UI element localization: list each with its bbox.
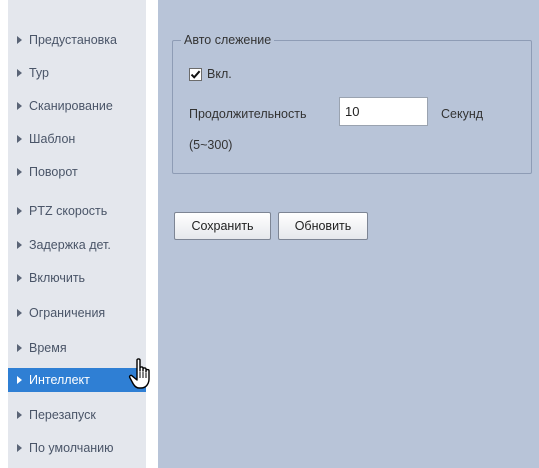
triangle-right-icon [17, 135, 22, 143]
triangle-right-icon [17, 274, 22, 282]
sidebar-item-pattern[interactable]: Шаблон [8, 127, 146, 151]
triangle-right-icon [17, 168, 22, 176]
sidebar-item-time[interactable]: Время [8, 336, 146, 360]
save-button[interactable]: Сохранить [174, 212, 271, 240]
sidebar-item-label: Задержка дет. [29, 238, 111, 252]
triangle-right-icon [17, 69, 22, 77]
enable-checkbox[interactable] [189, 68, 202, 81]
sidebar-item-limits[interactable]: Ограничения [8, 301, 146, 325]
sidebar-item-delay[interactable]: Задержка дет. [8, 233, 146, 257]
sidebar-item-scan[interactable]: Сканирование [8, 94, 146, 118]
checkmark-icon [190, 70, 201, 79]
duration-label: Продолжительность [189, 107, 307, 121]
sidebar-item-rotation[interactable]: Поворот [8, 160, 146, 184]
sidebar-item-tour[interactable]: Тур [8, 61, 146, 85]
sidebar-item-label: Сканирование [29, 99, 113, 113]
triangle-right-icon [17, 241, 22, 249]
triangle-right-icon [17, 344, 22, 352]
triangle-right-icon [17, 102, 22, 110]
sidebar-item-defaults[interactable]: По умолчанию [8, 436, 146, 460]
refresh-button[interactable]: Обновить [278, 212, 368, 240]
triangle-right-icon [17, 376, 22, 384]
sidebar-item-intellect[interactable]: Интеллект [8, 368, 146, 392]
sidebar-menu: Предустановка Тур Сканирование Шаблон По… [8, 0, 146, 468]
sidebar-item-ptz-speed[interactable]: PTZ скорость [8, 199, 146, 223]
sidebar-item-label: Время [29, 341, 67, 355]
sidebar-item-label: Интеллект [29, 373, 90, 387]
sidebar-item-restart[interactable]: Перезапуск [8, 403, 146, 427]
enable-label: Вкл. [207, 67, 232, 81]
auto-tracking-legend: Авто слежение [181, 32, 275, 48]
triangle-right-icon [17, 411, 22, 419]
triangle-right-icon [17, 36, 22, 44]
sidebar-item-preset[interactable]: Предустановка [8, 28, 146, 52]
triangle-right-icon [17, 444, 22, 452]
content-panel: Авто слежение Вкл. Продолжительность Сек… [158, 0, 539, 468]
auto-tracking-group: Авто слежение Вкл. Продолжительность Сек… [172, 32, 532, 174]
sidebar-item-label: Поворот [29, 165, 78, 179]
sidebar-item-enable[interactable]: Включить [8, 266, 146, 290]
sidebar-item-label: Шаблон [29, 132, 76, 146]
sidebar-item-label: Перезапуск [29, 408, 96, 422]
sidebar-item-label: По умолчанию [29, 441, 114, 455]
sidebar-item-label: PTZ скорость [29, 204, 108, 218]
triangle-right-icon [17, 207, 22, 215]
sidebar-item-label: Включить [29, 271, 86, 285]
sidebar-item-label: Предустановка [29, 33, 117, 47]
duration-unit-label: Секунд [441, 107, 484, 121]
hand-pointer-icon [128, 358, 150, 389]
sidebar-item-label: Ограничения [29, 306, 106, 320]
duration-range-hint: (5~300) [189, 138, 233, 152]
triangle-right-icon [17, 309, 22, 317]
sidebar-item-label: Тур [29, 66, 49, 80]
duration-input[interactable] [339, 97, 428, 126]
